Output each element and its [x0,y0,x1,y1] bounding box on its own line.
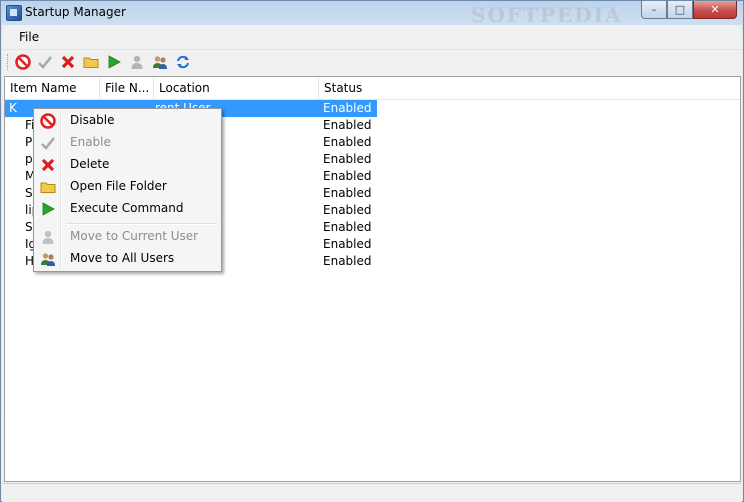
cell-status: Enabled [323,203,372,217]
disable-icon [40,113,56,129]
menu-bar: File [2,25,742,50]
delete-icon [61,55,75,69]
folder-icon [40,179,56,195]
menu-item-label: Open File Folder [70,179,167,193]
menu-file[interactable]: File [19,30,39,44]
move-current-user-button[interactable] [128,53,146,71]
title-bar[interactable]: Startup Manager SOFTPEDIA – □ ✕ [1,1,743,27]
cell-status: Enabled [323,220,372,234]
delete-button[interactable] [59,53,77,71]
enable-icon [38,56,52,69]
menu-item-label: Execute Command [70,201,184,215]
maximize-button[interactable]: □ [667,1,693,19]
cell-status: Enabled [323,135,372,149]
toolbar [2,50,742,74]
status-bar [2,483,742,502]
cell-status: Enabled [323,254,372,268]
window-title: Startup Manager [25,5,126,19]
enable-icon [40,135,56,151]
cell-name: K [9,101,17,115]
menu-item-delete[interactable]: Delete [36,154,219,176]
cell-status: Enabled [323,237,372,251]
open-folder-button[interactable] [82,53,100,71]
watermark-logo: SOFTPEDIA [471,3,623,27]
move-all-users-button[interactable] [151,53,169,71]
menu-item-label: Enable [70,135,111,149]
current-user-icon [40,229,56,245]
all-users-icon [153,56,167,69]
menu-item-label: Move to Current User [70,229,199,243]
column-header-status[interactable]: Status [319,77,379,99]
menu-separator [66,223,217,225]
caption-buttons: – □ ✕ [641,1,737,19]
context-menu: Disable Enable Delete Open File Folder E… [33,108,222,272]
cell-status: Enabled [323,118,372,132]
enable-button[interactable] [36,53,54,71]
cell-status: Enabled [323,169,372,183]
list-header: Item Name File N... Location Status [5,77,740,100]
menu-item-open-file-folder[interactable]: Open File Folder [36,176,219,198]
maximize-icon: □ [674,3,686,16]
execute-icon [40,201,56,217]
app-window: Startup Manager SOFTPEDIA – □ ✕ File Ite… [0,0,744,502]
menu-item-move-to-current-user[interactable]: Move to Current User [36,226,219,248]
column-header-file-name[interactable]: File N... [100,77,154,99]
toolbar-grip[interactable] [7,54,10,70]
minimize-button[interactable]: – [641,1,667,19]
menu-item-disable[interactable]: Disable [36,110,219,132]
close-icon: ✕ [710,3,720,16]
menu-item-label: Disable [70,113,115,127]
disable-icon [15,54,31,70]
delete-icon [40,157,56,173]
all-users-icon [40,251,56,267]
column-header-location[interactable]: Location [154,77,319,99]
menu-item-enable[interactable]: Enable [36,132,219,154]
cell-status: Enabled [323,101,372,115]
cell-status: Enabled [323,152,372,166]
refresh-icon [177,55,189,69]
minimize-icon: – [651,3,657,16]
menu-item-execute-command[interactable]: Execute Command [36,198,219,220]
disable-button[interactable] [14,53,32,71]
execute-icon [108,55,121,69]
menu-item-label: Delete [70,157,110,171]
app-icon [6,5,22,21]
refresh-button[interactable] [174,53,192,71]
cell-status: Enabled [323,186,372,200]
column-header-item-name[interactable]: Item Name [5,77,100,99]
current-user-icon [131,55,143,69]
menu-item-label: Move to All Users [70,251,175,265]
close-button[interactable]: ✕ [693,1,737,19]
execute-button[interactable] [105,53,123,71]
folder-icon [83,57,99,68]
menu-item-move-to-all-users[interactable]: Move to All Users [36,248,219,270]
